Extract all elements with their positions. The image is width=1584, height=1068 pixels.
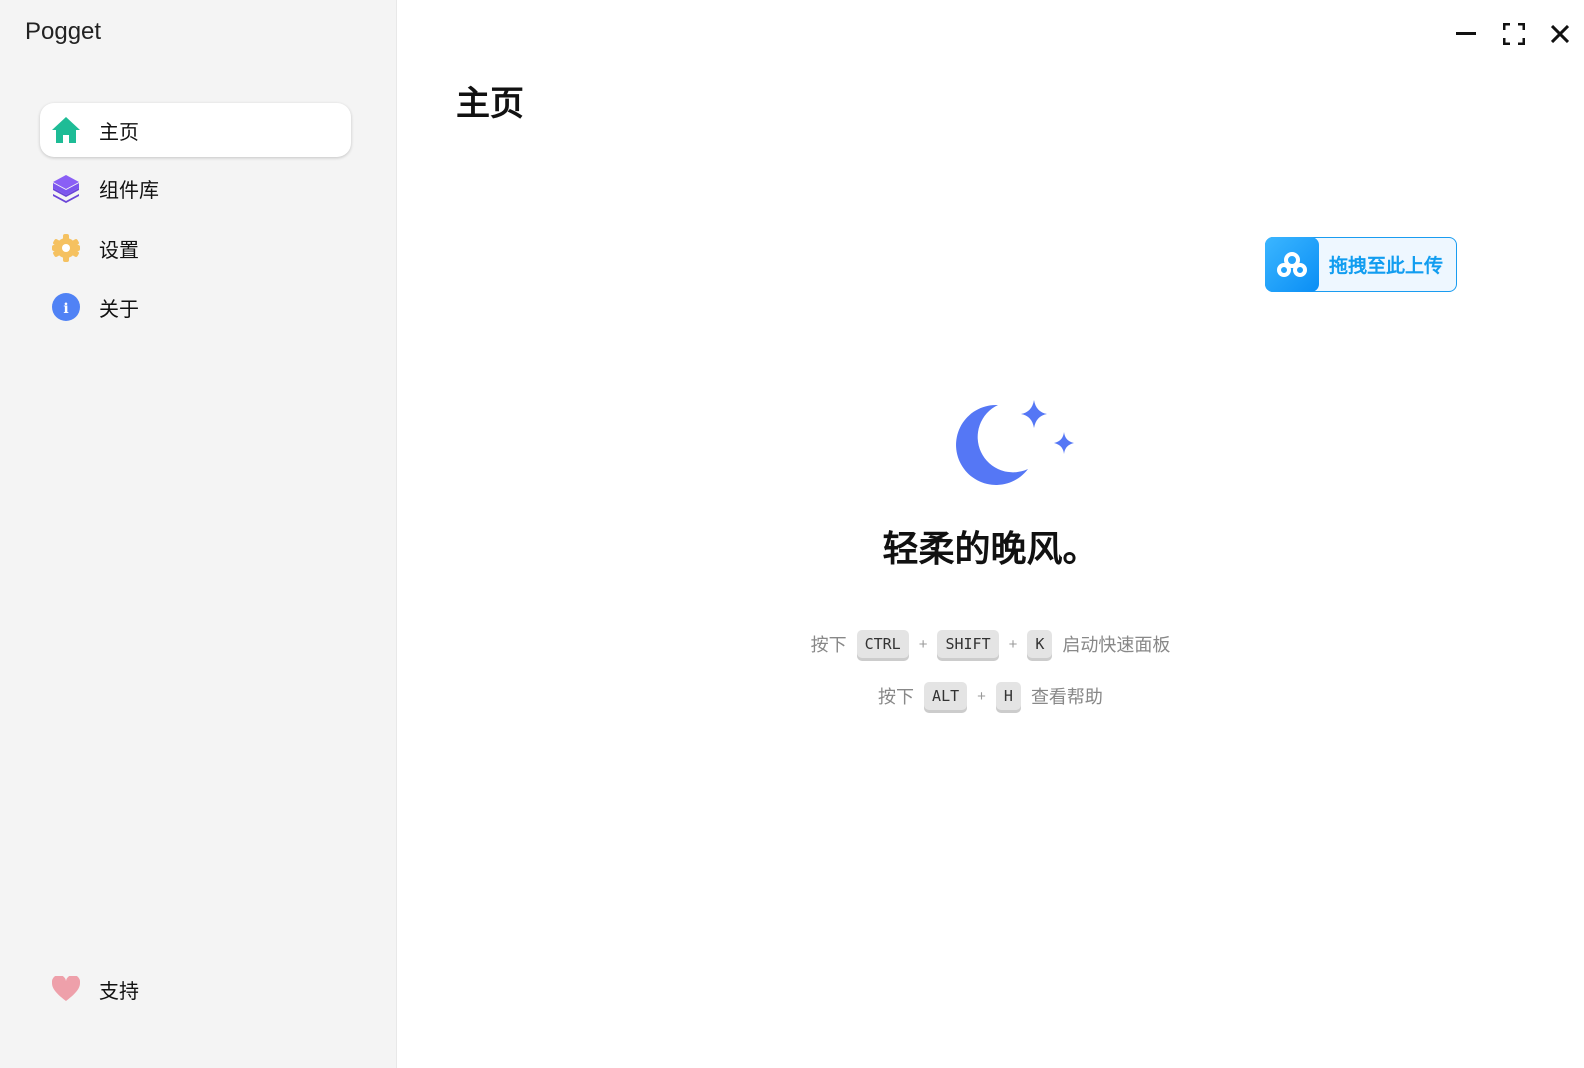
sidebar-item-widgets[interactable]: 组件库 [40,161,351,215]
close-button[interactable] [1548,22,1572,46]
sidebar-item-about[interactable]: i 关于 [40,280,351,334]
key-h: H [995,682,1021,710]
app-title: Pogget [25,18,102,45]
svg-text:i: i [63,301,68,317]
gear-icon [51,233,81,263]
sidebar-item-support[interactable]: 支持 [40,962,351,1016]
heart-icon [51,974,81,1004]
slogan: 轻柔的晚风。 [882,528,1099,569]
plus-sign: + [977,687,986,705]
moon-stars-icon [956,400,1074,485]
hint-text: 启动快速面板 [1062,635,1171,655]
sidebar-item-settings[interactable]: 设置 [40,221,351,275]
key-ctrl: CTRL [856,630,909,658]
hint-text: 按下 [810,635,847,655]
plus-sign: + [1008,635,1018,653]
minimize-button[interactable] [1454,22,1478,46]
hint-text: 按下 [878,687,915,707]
upload-dropzone-button[interactable]: 拖拽至此上传 [1265,237,1457,292]
info-icon: i [51,292,81,322]
sidebar-item-home[interactable]: 主页 [40,103,351,157]
home-icon [51,115,81,145]
hint-quick-panel: 按下 CTRL + SHIFT + K 启动快速面板 [397,630,1584,658]
cloud-icon [1265,237,1319,292]
hint-text: 查看帮助 [1030,687,1103,707]
plus-sign: + [918,635,928,653]
key-alt: ALT [924,682,968,710]
sidebar: Pogget 主页 组件库 设置 i 关于 支持 [0,0,397,1068]
layers-icon [51,173,81,203]
key-shift: SHIFT [937,630,999,658]
hint-help: 按下 ALT + H 查看帮助 [397,682,1584,710]
maximize-button[interactable] [1502,22,1526,46]
page-title: 主页 [456,85,524,123]
key-k: K [1027,630,1053,658]
